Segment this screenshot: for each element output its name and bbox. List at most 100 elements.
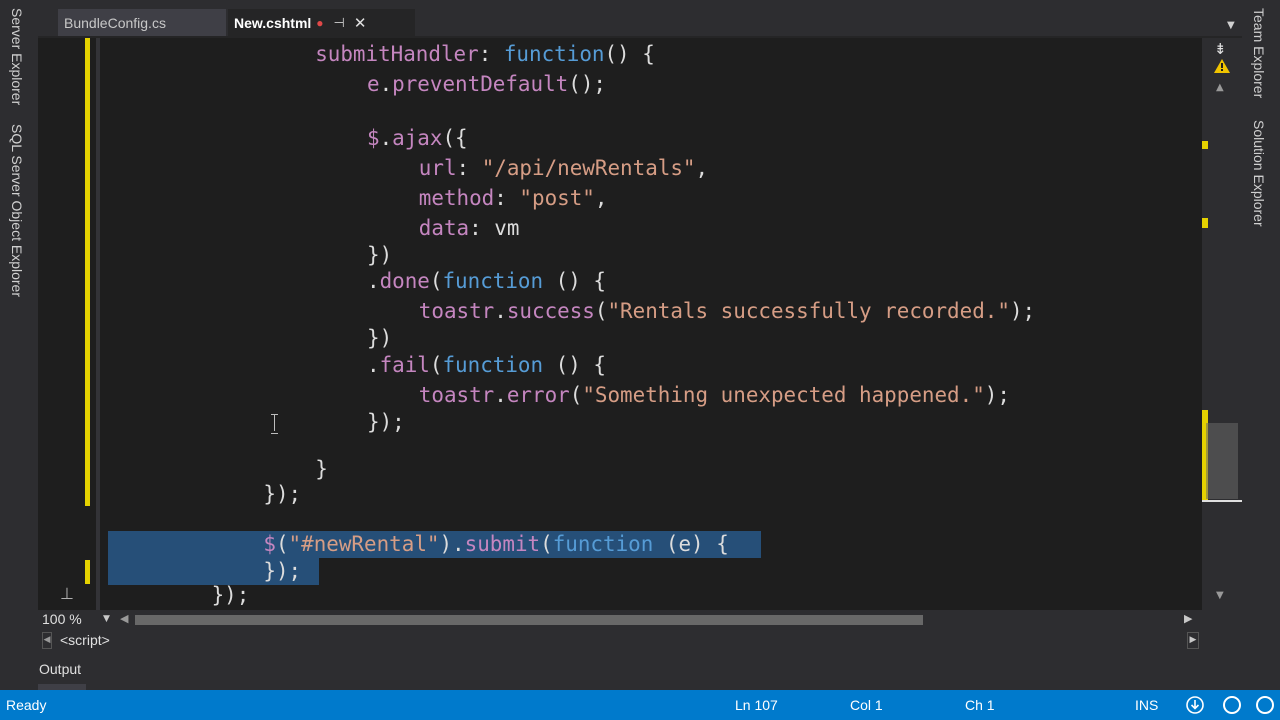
server-explorer-tab[interactable]: Server Explorer [9,8,25,105]
code-token: . [367,269,380,293]
status-bar: Ready Ln 107 Col 1 Ch 1 INS [0,690,1280,720]
notifications-icon[interactable] [1222,695,1242,715]
pin-icon[interactable]: ⊣ [334,15,345,31]
code-token: . [494,299,507,323]
scroll-down-icon[interactable]: ▼ [1216,590,1224,601]
feedback-icon[interactable] [1255,695,1275,715]
code-line[interactable]: }); [263,481,301,508]
code-token: ( [594,299,608,323]
code-token: ); [984,383,1010,407]
code-token: . [379,126,393,150]
zoom-level[interactable]: 100 % [42,611,82,627]
code-token: error [506,383,570,407]
code-token: ajax [392,126,443,150]
sql-server-object-explorer-tab[interactable]: SQL Server Object Explorer [9,124,25,297]
publish-icon[interactable] [1185,695,1205,715]
format-brush-icon[interactable]: ⊥ [60,584,74,603]
code-line[interactable]: .done(function () { [367,268,606,295]
code-token: function [503,42,605,66]
scroll-right-icon[interactable]: ▶ [1184,612,1192,625]
code-line[interactable]: }); [367,409,405,436]
zoom-and-hscroll-row: 100 % ▼ ◀ ▶ [38,610,1242,630]
scroll-up-icon[interactable]: ▲ [1216,82,1224,93]
code-token: e [367,72,380,96]
tab-list-dropdown-icon[interactable]: ▼ [1227,20,1235,31]
code-token: : [494,186,520,210]
close-icon[interactable]: ✕ [354,14,367,32]
code-token: done [379,269,430,293]
code-line[interactable]: }); [263,558,301,585]
code-line[interactable]: method: "post", [419,185,608,212]
zoom-dropdown-icon[interactable]: ▼ [103,614,110,624]
code-line[interactable]: toastr.success("Rentals successfully rec… [419,298,1035,325]
code-token: ( [540,532,553,556]
code-line[interactable]: data: vm [419,215,520,242]
output-panel: Output [0,652,1280,690]
code-token: ( [429,269,443,293]
status-insert-mode: INS [1135,697,1159,713]
vertical-scroll-thumb[interactable] [1206,423,1238,499]
status-line: Ln 107 [735,697,778,713]
warning-icon[interactable] [1214,59,1230,73]
code-token: , [695,156,709,180]
code-token: "#newRental" [288,532,440,556]
tab-new-cshtml[interactable]: New.cshtml ● ⊣ ✕ [228,9,415,36]
code-token: preventDefault [392,72,569,96]
horizontal-scroll-thumb[interactable] [135,615,923,625]
code-token: . [367,353,380,377]
code-line[interactable]: submitHandler: function() { [315,41,655,68]
code-editor[interactable]: submitHandler: function() {e.preventDefa… [38,38,1202,610]
code-token: : vm [469,216,520,240]
code-line[interactable]: toastr.error("Something unexpected happe… [419,382,1010,409]
navigation-bar: ◀ <script> ▶ [38,630,1242,652]
nav-left-arrow-icon[interactable]: ◀ [42,632,52,649]
change-overview-mark [1202,141,1208,149]
code-line[interactable]: $("#newRental").submit(function (e) { [263,531,728,558]
code-line[interactable]: url: "/api/newRentals", [419,155,708,182]
caret-position-marker [1202,500,1242,502]
code-token: ( [569,383,583,407]
visual-studio-window: Server Explorer SQL Server Object Explor… [0,0,1280,720]
code-line[interactable]: $.ajax({ [367,125,468,152]
code-token: ( [275,532,289,556]
code-line[interactable]: }) [367,242,392,269]
split-window-icon[interactable]: ⇟ [1214,40,1227,58]
code-line[interactable]: .fail(function () { [367,352,606,379]
code-token: method [418,186,495,210]
code-token: function [442,353,544,377]
scope-dropdown[interactable]: <script> [60,632,110,648]
code-token: toastr [418,383,495,407]
code-token: . [494,383,507,407]
code-token: , [594,186,608,210]
code-token: toastr [418,299,495,323]
code-token: ); [1009,299,1036,323]
code-token: function [552,532,654,556]
nav-right-arrow-icon[interactable]: ▶ [1187,632,1199,649]
code-line[interactable]: }) [367,325,392,352]
code-token: }); [263,482,302,506]
code-text[interactable]: submitHandler: function() {e.preventDefa… [38,38,1202,610]
output-tab[interactable]: Output [39,661,81,677]
code-token: }) [367,326,393,350]
code-token: url [418,156,457,180]
code-token: $ [367,126,380,150]
code-token: } [315,457,328,481]
solution-explorer-tab[interactable]: Solution Explorer [1251,120,1267,227]
scroll-left-icon[interactable]: ◀ [120,612,128,625]
document-tab-bar: BundleConfig.cs New.cshtml ● ⊣ ✕ ▼ [38,0,1242,36]
code-line[interactable]: }); [212,582,250,609]
code-token: ). [439,532,465,556]
code-token: . [379,72,393,96]
vertical-scrollbar[interactable]: ⇟ ▲ ▼ [1202,38,1242,610]
unsaved-dot-icon: ● [316,15,324,30]
tab-label: New.cshtml [234,14,312,31]
code-token: function [442,269,544,293]
status-column: Col 1 [850,697,883,713]
code-line[interactable]: } [315,456,328,483]
tab-bundleconfig[interactable]: BundleConfig.cs [58,9,226,36]
team-explorer-tab[interactable]: Team Explorer [1251,8,1267,98]
code-token: data [418,216,470,240]
code-token: () { [604,42,655,66]
code-token: }); [263,559,302,583]
code-line[interactable]: e.preventDefault(); [367,71,606,98]
